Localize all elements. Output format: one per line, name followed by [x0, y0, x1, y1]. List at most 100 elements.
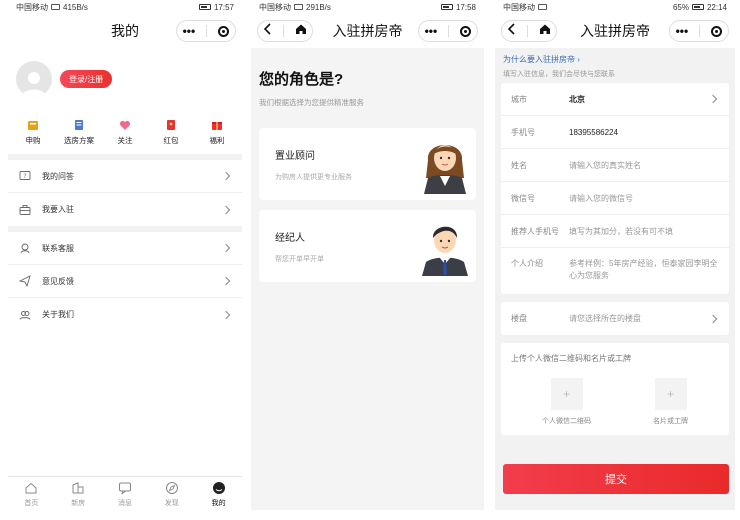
login-register-button[interactable]: 登录/注册 [60, 70, 113, 88]
home-icon[interactable] [295, 22, 307, 40]
people-icon [18, 308, 32, 322]
join-form-screen: 中国移动 65% 22:14 入驻拼房帝 ••• 为什么要入驻拼房帝 › 填写入… [495, 0, 735, 510]
tab-new-homes[interactable]: 新房 [58, 480, 98, 508]
avatar-placeholder-icon [22, 72, 46, 97]
role-card-text: 经纪人 帮您开单早开单 [275, 229, 324, 264]
document-icon [72, 119, 86, 131]
nav-bar: 入驻拼房帝 ••• [251, 14, 484, 48]
city-label: 城市 [511, 94, 527, 104]
my-page-screen: 中国移动 415B/s 17:57 我的 ••• 登录/注册 申购 选房方案 关… [8, 0, 242, 510]
menu-item-feedback[interactable]: 意见反馈 [8, 265, 242, 298]
add-image-button[interactable]: + [654, 378, 687, 410]
role-card-consultant[interactable]: 置业顾问 为购房人提供更专业服务 [259, 128, 476, 200]
tab-mine[interactable]: 我的 [199, 480, 239, 508]
name-input[interactable]: 请输入您的真实姓名 [569, 160, 719, 171]
submit-button[interactable]: 提交 [503, 464, 729, 494]
intro-textarea[interactable]: 参考样例：5年房产经验，恒泰家园李明全心为您服务 [569, 258, 719, 281]
estate-row[interactable]: 楼盘 请您选择所在的楼盘 [501, 302, 729, 335]
capsule-divider [206, 25, 208, 37]
phone-field[interactable]: 18395586224 [569, 128, 719, 137]
more-icon[interactable]: ••• [183, 25, 196, 37]
miniprogram-capsule[interactable]: ••• [418, 20, 478, 42]
upload-label: 名片或工牌 [653, 418, 688, 425]
menu-item-join[interactable]: 我要入驻 [8, 193, 242, 226]
estate-select[interactable]: 请您选择所在的楼盘 [569, 313, 710, 324]
menu-label: 我的问答 [42, 171, 74, 181]
tab-bar: 首页 新房 消息 发现 我的 [8, 476, 242, 510]
tab-label: 首页 [24, 499, 39, 507]
gift-icon [210, 119, 224, 131]
chevron-right-icon [221, 171, 231, 181]
referrer-input[interactable]: 填写为其加分，若没有可不填 [569, 226, 719, 237]
battery-icon [198, 4, 211, 10]
back-icon[interactable] [263, 22, 273, 40]
quick-label: 申购 [25, 135, 41, 145]
add-image-button[interactable]: + [550, 378, 583, 410]
capsule-divider [527, 25, 529, 37]
nav-bar: 我的 ••• [8, 14, 242, 48]
capsule-divider [283, 25, 285, 37]
quick-actions: 申购 选房方案 关注 红包 福利 [8, 110, 242, 160]
role-title: 您的角色是? [259, 71, 344, 88]
why-join-link[interactable]: 为什么要入驻拼房帝 › [503, 54, 727, 65]
carrier-label: 中国移动 [259, 2, 291, 12]
close-miniprogram-icon[interactable] [460, 25, 472, 37]
plus-icon: + [562, 387, 570, 401]
role-header: 您的角色是? 我们根据选择为您提供精准服务 [251, 48, 484, 108]
screens: 中国移动 415B/s 17:57 我的 ••• 登录/注册 申购 选房方案 关… [0, 0, 740, 520]
tab-label: 消息 [117, 499, 132, 507]
quick-item-plan[interactable]: 选房方案 [59, 119, 99, 146]
quick-item-redpacket[interactable]: 红包 [151, 119, 191, 146]
status-bar: 中国移动 415B/s 17:57 [8, 0, 242, 14]
home-icon [23, 480, 39, 496]
upload-title: 上传个人微信二维码和名片或工牌 [511, 354, 631, 363]
avatar[interactable] [16, 61, 52, 97]
role-select-screen: 中国移动 291B/s 17:58 入驻拼房帝 ••• 您的角色是? 我们根据选… [251, 0, 484, 510]
menu-item-customer-service[interactable]: 联系客服 [8, 232, 242, 265]
quick-item-apply[interactable]: 申购 [13, 119, 53, 146]
upload-card: 上传个人微信二维码和名片或工牌 + 个人微信二维码 + 名片或工牌 [501, 343, 729, 435]
plus-icon: + [666, 387, 674, 401]
quick-label: 红包 [163, 135, 179, 145]
quick-item-welfare[interactable]: 福利 [197, 119, 237, 146]
close-miniprogram-icon[interactable] [218, 25, 230, 37]
menu-item-about[interactable]: 关于我们 [8, 298, 242, 331]
city-value: 北京 [569, 94, 585, 104]
role-desc: 帮您开单早开单 [275, 255, 324, 263]
clock: 22:14 [706, 2, 727, 12]
referrer-row: 推荐人手机号 填写为其加分，若没有可不填 [501, 215, 729, 248]
signal-icon [294, 4, 303, 10]
tab-messages[interactable]: 消息 [105, 480, 145, 508]
name-label: 姓名 [511, 160, 527, 170]
quick-label: 福利 [209, 135, 225, 145]
message-icon [117, 480, 133, 496]
why-join-subtitle: 填写入驻信息，我们会尽快与您联系 [503, 71, 615, 78]
back-icon[interactable] [507, 22, 517, 40]
tab-discover[interactable]: 发现 [152, 480, 192, 508]
miniprogram-capsule[interactable]: ••• [176, 20, 236, 42]
chevron-right-icon [708, 314, 718, 323]
nav-bar: 入驻拼房帝 ••• [495, 14, 735, 48]
wechat-row: 微信号 请输入您的微信号 [501, 182, 729, 215]
home-icon[interactable] [539, 22, 551, 40]
upload-label: 个人微信二维码 [542, 418, 591, 425]
wechat-input[interactable]: 请输入您的微信号 [569, 193, 719, 204]
quick-item-follow[interactable]: 关注 [105, 119, 145, 146]
page-title: 入驻拼房帝 [332, 23, 403, 39]
more-icon[interactable]: ••• [676, 25, 689, 37]
miniprogram-capsule[interactable]: ••• [669, 20, 729, 42]
chevron-right-icon [221, 276, 231, 286]
phone-label: 手机号 [511, 127, 535, 137]
capsule-divider [448, 25, 450, 37]
city-row[interactable]: 城市 北京 [501, 83, 729, 116]
role-card-agent[interactable]: 经纪人 帮您开单早开单 [259, 210, 476, 282]
tab-home[interactable]: 首页 [11, 480, 51, 508]
menu-item-my-qa[interactable]: ? 我的问答 [8, 160, 242, 193]
intro-label: 个人介绍 [511, 259, 543, 268]
close-miniprogram-icon[interactable] [711, 25, 723, 37]
network-speed: 415B/s [63, 2, 88, 12]
battery-icon [440, 4, 453, 10]
female-consultant-icon [414, 130, 476, 199]
quick-label: 关注 [117, 135, 133, 145]
more-icon[interactable]: ••• [425, 25, 438, 37]
